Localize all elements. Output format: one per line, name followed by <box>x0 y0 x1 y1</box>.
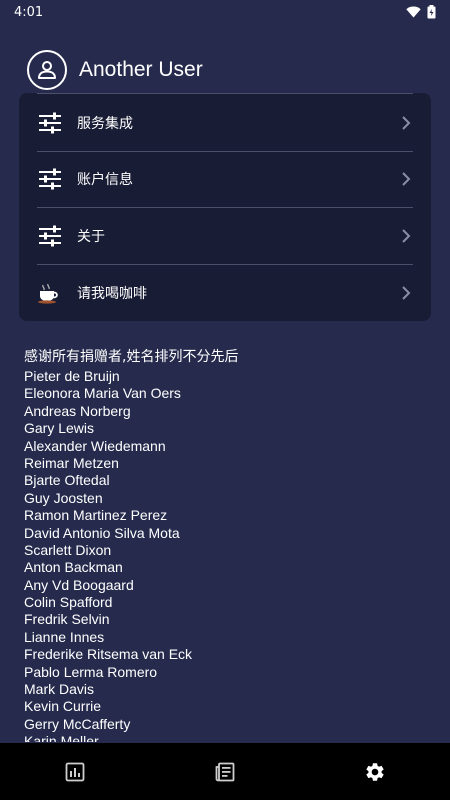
divider <box>37 93 413 94</box>
list-item: Pieter de Bruijn <box>24 368 120 384</box>
user-circle-icon <box>27 50 67 90</box>
menu-item-label: 请我喝咖啡 <box>77 286 147 302</box>
list-item: Mark Davis <box>24 681 95 698</box>
list-item: Bjarte Oftedal <box>24 472 110 489</box>
sliders-icon <box>37 223 63 249</box>
nav-chart-button[interactable] <box>55 752 95 792</box>
menu-item-buy-me-coffee[interactable]: 请我喝咖啡 <box>37 265 413 321</box>
list-item: Anton Backman <box>24 559 123 576</box>
chart-icon <box>65 762 85 781</box>
user-name: Another User <box>79 58 203 81</box>
list-item: Eleonora Maria Van Oers <box>24 385 181 402</box>
list-item: Scarlett Dixon <box>24 541 112 558</box>
coffee-icon <box>37 280 63 306</box>
chevron-right-icon <box>399 229 413 243</box>
list-item: Ramon Martinez Perez <box>24 507 168 524</box>
gear-icon <box>366 762 384 781</box>
menu-item-account-info[interactable]: 账户信息 <box>37 151 413 207</box>
battery-icon <box>427 5 436 19</box>
wifi-icon <box>406 6 421 18</box>
list-item: Gerry McCafferty <box>24 715 131 732</box>
menu-item-label: 关于 <box>77 229 105 245</box>
list-item: Guy Joosten <box>24 489 103 506</box>
profile-header[interactable]: Another User <box>27 50 203 90</box>
donor-list[interactable]: Pieter de Bruijn Eleonora Maria Van Oers A… <box>24 368 424 742</box>
menu-item-label: 服务集成 <box>77 116 133 132</box>
list-item: Alexander Wiedemann <box>24 437 166 454</box>
chevron-right-icon <box>399 286 413 300</box>
list-item: Lianne Innes <box>24 628 105 645</box>
list-item: Frederike Ritsema van Eck <box>24 646 193 663</box>
list-item: Pablo Lerma Romero <box>24 663 158 680</box>
donors-title: 感谢所有捐赠者,姓名排列不分先后 <box>24 349 239 365</box>
list-item: Colin Spafford <box>24 594 113 611</box>
nav-news-button[interactable] <box>205 752 245 792</box>
sliders-icon <box>37 110 63 136</box>
bottom-nav <box>0 743 450 800</box>
menu-item-label: 账户信息 <box>77 172 133 188</box>
chevron-right-icon <box>399 116 413 130</box>
sliders-icon <box>37 166 63 192</box>
nav-settings-button[interactable] <box>355 752 395 792</box>
list-item: Andreas Norberg <box>24 402 131 419</box>
avatar <box>38 61 56 79</box>
settings-card: 服务集成 账户信息 关于 请我喝咖啡 <box>19 93 431 321</box>
list-item: Karin Meller <box>24 733 99 742</box>
list-item: Gary Lewis <box>24 420 95 437</box>
status-bar: 4:01 <box>0 0 450 24</box>
list-item: Kevin Currie <box>24 698 102 715</box>
status-time: 4:01 <box>14 4 44 20</box>
list-item: Any Vd Boogaard <box>24 576 134 593</box>
menu-item-service-integration[interactable]: 服务集成 <box>37 95 413 151</box>
status-icons <box>406 5 436 19</box>
chevron-right-icon <box>399 172 413 186</box>
list-item: Fredrik Selvin <box>24 611 110 628</box>
list-item: Reimar Metzen <box>24 454 119 471</box>
list-item: David Antonio Silva Mota <box>24 524 180 541</box>
menu-item-about[interactable]: 关于 <box>37 208 413 264</box>
news-icon <box>215 762 235 781</box>
